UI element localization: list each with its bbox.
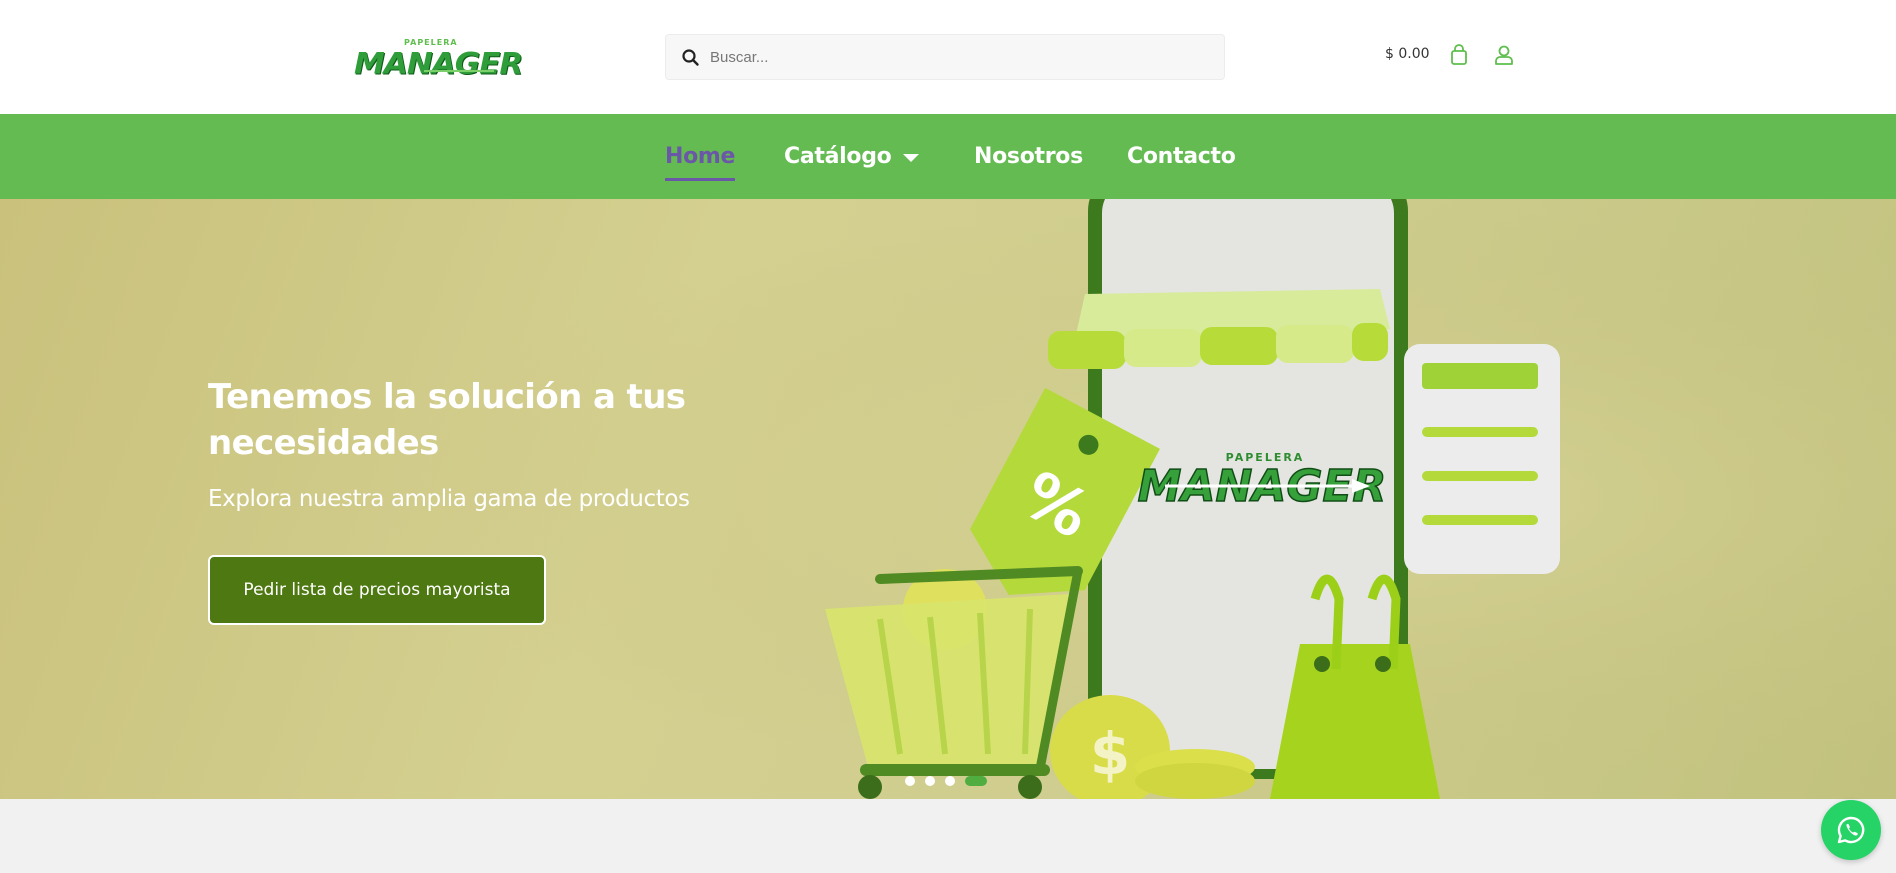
- logo-top-text: PAPELERA: [404, 38, 458, 47]
- search-icon[interactable]: [681, 48, 701, 68]
- hero-slider: % PAPELERA MANAGER $ Tenemos la solución…: [0, 199, 1896, 799]
- slider-dot[interactable]: [905, 776, 915, 786]
- logo-main-text: MANAGER: [354, 46, 523, 82]
- slider-dot[interactable]: [925, 776, 935, 786]
- hero-subtitle: Explora nuestra amplia gama de productos: [208, 486, 690, 512]
- hero-title: Tenemos la solución a tus necesidades: [208, 377, 686, 463]
- main-nav: Home Catálogo Nosotros Contacto: [0, 114, 1896, 199]
- nav-catalogo[interactable]: Catálogo: [784, 144, 892, 169]
- search-bar: [665, 34, 1225, 80]
- shopping-bag-icon[interactable]: [1449, 44, 1469, 66]
- logo-swoosh: [424, 70, 494, 72]
- search-input[interactable]: [710, 35, 1210, 79]
- slider-dot[interactable]: [945, 776, 955, 786]
- nav-contacto[interactable]: Contacto: [1127, 144, 1236, 169]
- site-logo[interactable]: PAPELERA MANAGER: [354, 36, 523, 81]
- nav-home[interactable]: Home: [665, 144, 735, 169]
- slider-pagination: [905, 775, 987, 787]
- whatsapp-button[interactable]: [1821, 800, 1881, 860]
- slider-dot-active[interactable]: [965, 776, 987, 786]
- chevron-down-icon[interactable]: [903, 154, 919, 162]
- user-icon[interactable]: [1493, 44, 1515, 66]
- svg-text:$: $: [1090, 720, 1130, 788]
- nav-active-indicator: [665, 178, 735, 181]
- whatsapp-icon: [1837, 816, 1865, 844]
- cart-total[interactable]: $ 0.00: [1385, 46, 1430, 62]
- content-section: [0, 799, 1896, 873]
- site-header: PAPELERA MANAGER $ 0.00: [0, 0, 1896, 114]
- nav-nosotros[interactable]: Nosotros: [974, 144, 1083, 169]
- request-price-list-button[interactable]: Pedir lista de precios mayorista: [208, 555, 546, 625]
